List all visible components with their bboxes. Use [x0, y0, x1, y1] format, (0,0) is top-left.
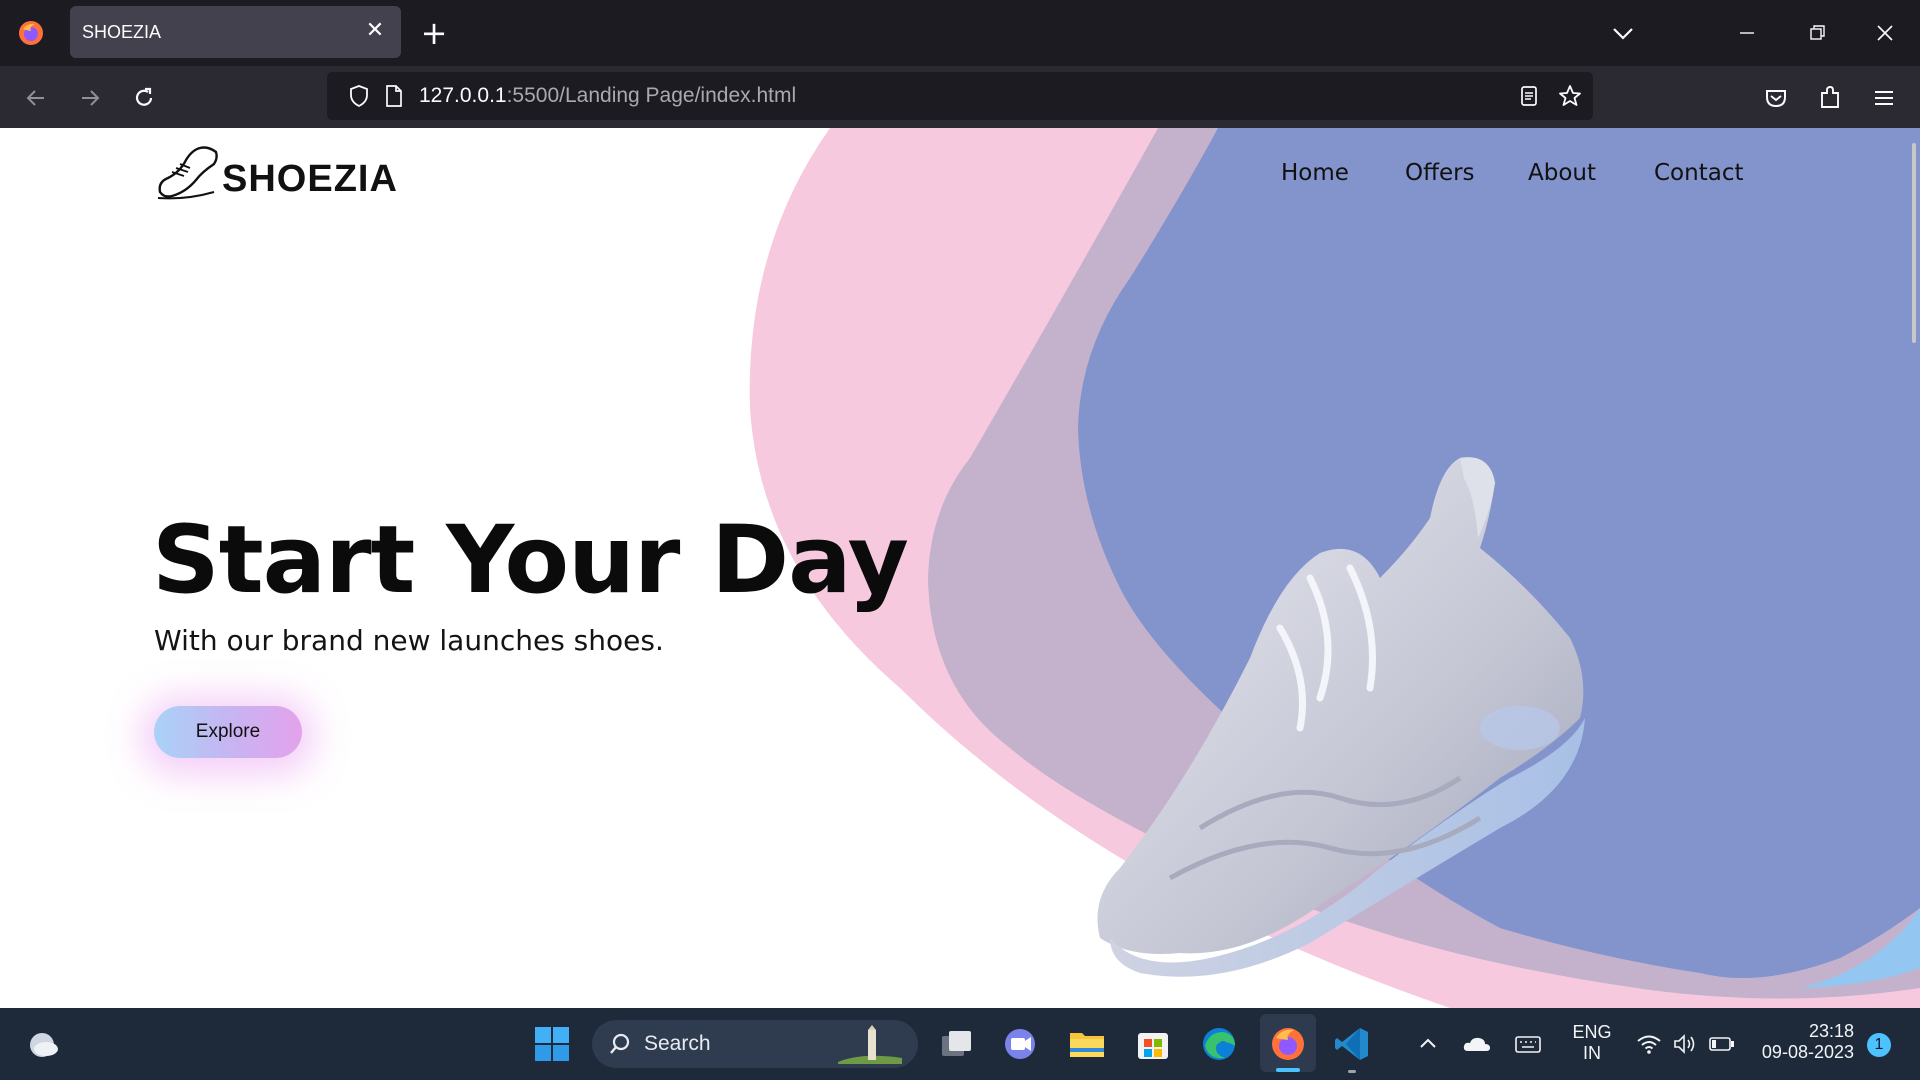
nav-about[interactable]: About [1528, 160, 1596, 186]
browser-toolbar: 127.0.0.1:5500/Landing Page/index.html [0, 66, 1920, 128]
onedrive-icon[interactable] [1462, 1032, 1492, 1056]
firefox-taskbar-icon[interactable] [1268, 1024, 1308, 1064]
volume-icon[interactable] [1672, 1032, 1698, 1056]
forward-icon[interactable] [76, 84, 104, 112]
tab-title: SHOEZIA [82, 22, 162, 42]
new-tab-button[interactable]: + [418, 17, 450, 50]
firefox-icon[interactable] [17, 19, 45, 47]
menu-icon[interactable] [1870, 84, 1898, 112]
window-close-icon[interactable] [1868, 16, 1902, 50]
tab-close-icon[interactable]: ✕ [361, 17, 389, 45]
tray-chevron-icon[interactable] [1416, 1032, 1440, 1056]
search-icon [610, 1033, 630, 1054]
back-icon[interactable] [22, 84, 50, 112]
store-icon[interactable] [1133, 1024, 1173, 1064]
minimize-icon[interactable] [1730, 16, 1764, 50]
url-host: 127.0.0.1 [419, 84, 507, 107]
page-icon[interactable] [383, 84, 405, 108]
taskbar-search[interactable]: Search [592, 1020, 918, 1068]
vscode-icon[interactable] [1332, 1024, 1372, 1064]
shoe-logo-icon[interactable] [156, 142, 220, 202]
active-tab[interactable]: SHOEZIA ✕ [70, 6, 401, 58]
keyboard-icon[interactable] [1514, 1032, 1542, 1056]
language-code: ENG [1572, 1022, 1612, 1042]
nav-home[interactable]: Home [1281, 160, 1349, 186]
reload-icon[interactable] [130, 84, 158, 112]
url-path: :5500/Landing Page/index.html [506, 84, 797, 107]
language-indicator[interactable]: ENG IN [1564, 1022, 1620, 1064]
region-code: IN [1583, 1043, 1601, 1063]
shield-icon[interactable] [347, 84, 371, 108]
sneaker-image [1097, 457, 1585, 977]
clock-time: 23:18 [1808, 1021, 1854, 1041]
wifi-icon[interactable] [1636, 1032, 1662, 1056]
battery-icon[interactable] [1708, 1032, 1736, 1056]
windows-start-icon[interactable] [532, 1024, 572, 1064]
restore-icon[interactable] [1800, 16, 1834, 50]
notification-badge[interactable]: 1 [1867, 1033, 1891, 1057]
nav-contact[interactable]: Contact [1654, 160, 1743, 186]
url-text[interactable]: 127.0.0.1:5500/Landing Page/index.html [419, 84, 796, 108]
active-indicator [1276, 1068, 1300, 1072]
hero-title: Start Your Day [152, 506, 909, 615]
task-view-icon[interactable] [936, 1024, 976, 1064]
chevron-down-icon[interactable] [1606, 18, 1640, 48]
star-icon[interactable] [1557, 83, 1583, 109]
search-label: Search [644, 1032, 711, 1055]
url-bar[interactable]: 127.0.0.1:5500/Landing Page/index.html [327, 72, 1593, 120]
reader-view-icon[interactable] [1517, 84, 1541, 108]
browser-tab-bar: SHOEZIA ✕ + [0, 0, 1920, 66]
teams-icon[interactable] [1000, 1024, 1040, 1064]
nav-offers[interactable]: Offers [1405, 160, 1475, 186]
edge-icon[interactable] [1199, 1024, 1239, 1064]
logo-text[interactable]: SHOEZIA [222, 158, 398, 201]
clock-date: 09-08-2023 [1761, 1042, 1854, 1062]
explore-button[interactable]: Explore [154, 706, 302, 758]
file-explorer-icon[interactable] [1067, 1024, 1107, 1064]
pocket-icon[interactable] [1762, 84, 1790, 112]
hero-subtitle: With our brand new launches shoes. [154, 624, 664, 657]
weather-icon[interactable] [22, 1024, 62, 1064]
open-indicator [1348, 1070, 1356, 1073]
clock[interactable]: 23:18 09-08-2023 [1748, 1021, 1854, 1063]
search-highlight-icon [838, 1025, 902, 1064]
extensions-icon[interactable] [1816, 83, 1844, 111]
scrollbar[interactable] [1912, 143, 1916, 343]
